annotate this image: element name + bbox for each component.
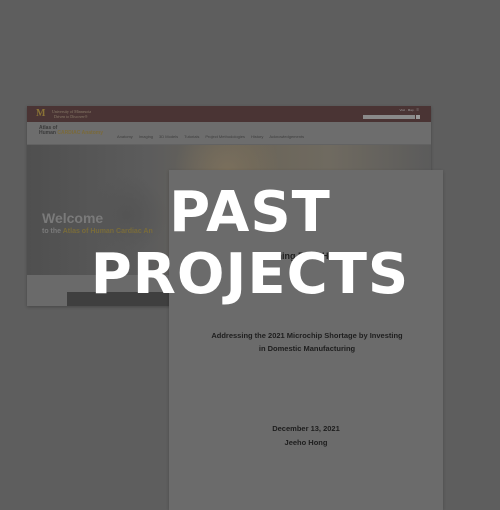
site-header-bar: M University of Minnesota Driven to Disc…: [27, 106, 431, 122]
document-date: December 13, 2021: [272, 424, 340, 433]
nav-item-imaging: Imaging: [138, 134, 154, 139]
university-logo: M: [36, 108, 46, 119]
university-name: University of Minnesota Driven to Discov…: [52, 109, 92, 119]
atlas-logo-cardiac: CARDIAC Anatomy: [57, 130, 103, 136]
heading-line-1: PAST: [169, 180, 331, 245]
document-author: Jeeho Hong: [284, 438, 328, 447]
atlas-logo-line2: Human: [39, 130, 58, 136]
site-nav-bar: Atlas of Human CARDIAC Anatomy Anatomy I…: [27, 122, 431, 145]
nav-item-acknowledgements: Acknowledgements: [269, 134, 305, 139]
past-projects-heading[interactable]: PAST PROJECTS: [0, 182, 500, 306]
nav-item-3d-models: 3D Models: [159, 134, 179, 139]
nav-item-history: History: [250, 134, 264, 139]
heading-line-2: PROJECTS: [90, 242, 410, 307]
top-links: Visit · Map · ☰: [399, 108, 419, 112]
nav-item-project-methodologies: Project Methodologies: [205, 134, 245, 139]
nav-item-tutorials: Tutorials: [184, 134, 200, 139]
atlas-logo: Atlas of Human CARDIAC Anatomy: [39, 126, 103, 136]
search-icon: [416, 115, 420, 119]
search-input: [363, 115, 415, 119]
document-subtitle: Addressing the 2021 Microchip Shortage b…: [211, 331, 403, 353]
site-nav-items: Anatomy Imaging 3D Models Tutorials Proj…: [117, 134, 304, 139]
nav-item-anatomy: Anatomy: [117, 134, 133, 139]
